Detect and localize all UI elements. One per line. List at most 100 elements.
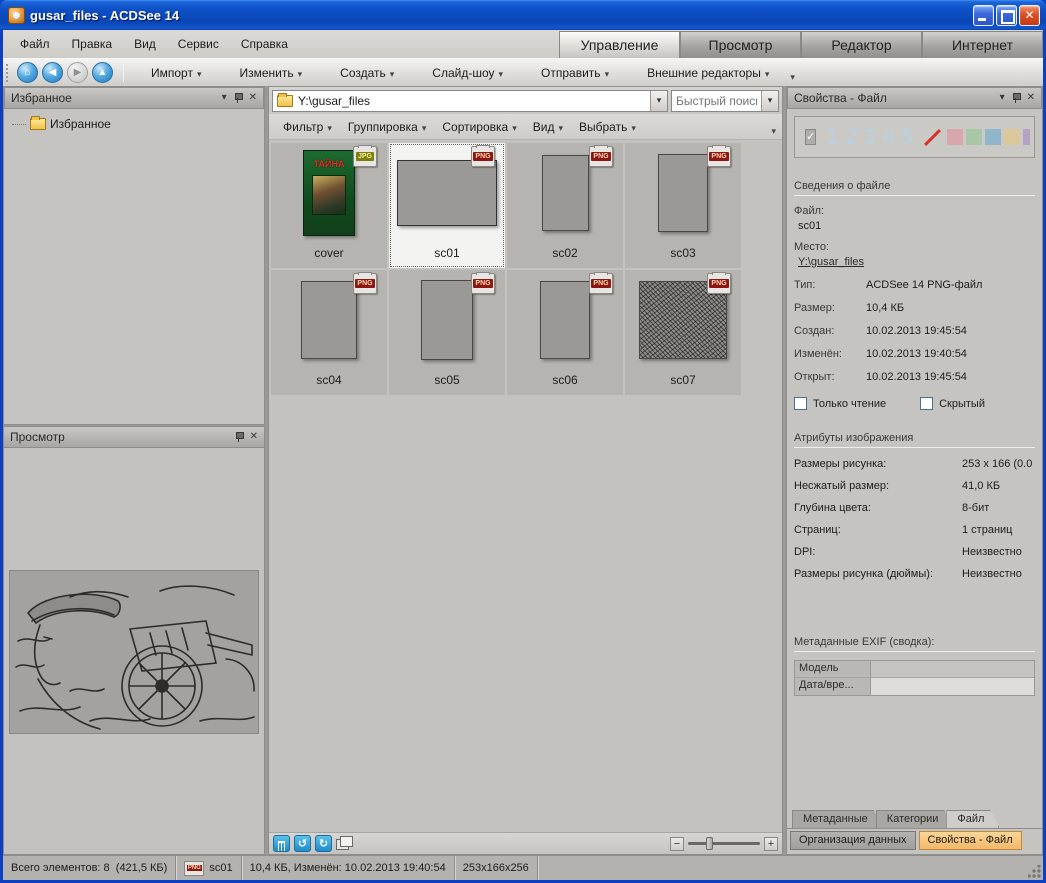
- png-badge-icon: PNG: [707, 146, 731, 167]
- color-label-tan[interactable]: [1004, 129, 1020, 145]
- thumbnail-cover[interactable]: ТАЙНА JPG cover: [271, 143, 387, 268]
- hidden-checkbox[interactable]: Скрытый: [920, 397, 985, 410]
- slideshow-button[interactable]: Слайд-шоу▾: [420, 62, 515, 84]
- zoom-out-button[interactable]: −: [670, 837, 684, 851]
- window-title: gusar_files - ACDSee 14: [30, 8, 179, 23]
- send-button[interactable]: Отправить▾: [529, 62, 621, 84]
- address-dropdown-icon[interactable]: ▾: [650, 91, 667, 111]
- thumbnail-sc01[interactable]: PNG sc01: [389, 143, 505, 268]
- thumbnail-sc04[interactable]: PNG sc04: [271, 270, 387, 395]
- up-icon[interactable]: ▲: [92, 62, 113, 83]
- rotate-left-icon[interactable]: ↺: [294, 835, 311, 852]
- close-button[interactable]: [1019, 5, 1040, 26]
- png-badge-icon: PNG: [589, 273, 613, 294]
- external-editors-button[interactable]: Внешние редакторы▾: [635, 62, 781, 84]
- thumbnail-sc06[interactable]: PNG sc06: [507, 270, 623, 395]
- mode-tab-view[interactable]: Просмотр: [680, 31, 801, 58]
- quick-search: ▾: [671, 90, 779, 112]
- zoom-in-button[interactable]: +: [764, 837, 778, 851]
- pages-label: Страниц:: [794, 524, 962, 536]
- panel-menu-icon[interactable]: ▾: [1000, 93, 1005, 103]
- color-label-green[interactable]: [966, 129, 982, 145]
- tree-connector: [12, 124, 26, 125]
- dimensions-inches-value: Неизвестно: [962, 568, 1035, 580]
- toolbar-grip[interactable]: [6, 64, 11, 82]
- thumbnail-image: [658, 154, 708, 232]
- thumbnail-sc05[interactable]: PNG sc05: [389, 270, 505, 395]
- favorites-tree-item[interactable]: Избранное: [8, 115, 260, 133]
- checkbox-icon: [920, 397, 933, 410]
- color-depth-value: 8-бит: [962, 502, 1035, 514]
- close-icon[interactable]: ✕: [1027, 93, 1035, 103]
- tab-categories[interactable]: Категории: [876, 810, 954, 828]
- create-button[interactable]: Создать▾: [328, 62, 406, 84]
- organize-data-tab[interactable]: Организация данных: [790, 831, 916, 850]
- address-bar[interactable]: Y:\gusar_files ▾: [272, 90, 668, 112]
- duplicates-icon[interactable]: [336, 836, 354, 851]
- file-list-bottom-toolbar: ↺ ↻ − +: [269, 832, 782, 854]
- search-input[interactable]: [672, 94, 761, 108]
- thumbnail-sc02[interactable]: PNG sc02: [507, 143, 623, 268]
- select-button[interactable]: Выбрать▾: [571, 117, 644, 137]
- chevron-down-icon: ▾: [298, 69, 303, 79]
- location-link[interactable]: Y:\gusar_files: [798, 256, 864, 268]
- minimize-button[interactable]: [973, 5, 994, 26]
- menu-bar: Файл Правка Вид Сервис Справка Управлени…: [3, 30, 1043, 58]
- tagged-checkbox[interactable]: ✓: [805, 129, 816, 145]
- view-button[interactable]: Вид▾: [525, 117, 571, 137]
- panel-menu-icon[interactable]: ▾: [222, 93, 227, 103]
- menu-view[interactable]: Вид: [123, 33, 167, 55]
- zoom-slider-thumb[interactable]: [706, 837, 713, 850]
- pin-icon[interactable]: [235, 432, 243, 442]
- import-button[interactable]: Импорт▾: [139, 62, 213, 84]
- cover-art: [312, 175, 346, 215]
- image-attributes-heading: Атрибуты изображения: [794, 432, 1035, 448]
- back-icon[interactable]: ◀: [42, 62, 63, 83]
- tab-metadata[interactable]: Метаданные: [792, 810, 883, 828]
- menu-edit[interactable]: Правка: [61, 33, 124, 55]
- menu-file[interactable]: Файл: [9, 33, 61, 55]
- thumbnail-sc07[interactable]: PNG sc07: [625, 270, 741, 395]
- mode-tab-editor[interactable]: Редактор: [801, 31, 922, 58]
- color-label-pink[interactable]: [947, 129, 963, 145]
- chevron-down-icon: ▾: [499, 69, 504, 79]
- mode-tab-internet[interactable]: Интернет: [922, 31, 1043, 58]
- readonly-checkbox[interactable]: Только чтение: [794, 397, 886, 410]
- exif-table: Модель Дата/вре...: [794, 660, 1035, 696]
- pin-icon[interactable]: [234, 93, 242, 103]
- properties-file-tab[interactable]: Свойства - Файл: [919, 831, 1022, 850]
- thumbnail-sc03[interactable]: PNG sc03: [625, 143, 741, 268]
- dpi-label: DPI:: [794, 546, 962, 558]
- rotate-right-icon[interactable]: ↻: [315, 835, 332, 852]
- maximize-button[interactable]: [996, 5, 1017, 26]
- menu-help[interactable]: Справка: [230, 33, 299, 55]
- close-icon[interactable]: ✕: [250, 432, 258, 442]
- filter-overflow-icon[interactable]: ▾: [771, 126, 776, 139]
- mode-tab-manage[interactable]: Управление: [559, 31, 680, 58]
- edit-button[interactable]: Изменить▾: [227, 62, 314, 84]
- rating-numbers[interactable]: 12345: [826, 125, 919, 149]
- menu-tools[interactable]: Сервис: [167, 33, 230, 55]
- color-label-purple[interactable]: [1023, 129, 1030, 145]
- main-toolbar: ⌂ ◀ ▶ ▲ Импорт▾ Изменить▾ Создать▾ Слайд…: [3, 58, 1043, 86]
- pin-icon[interactable]: [1012, 93, 1020, 103]
- toolbar-overflow-icon[interactable]: ▾: [790, 72, 795, 86]
- resize-grip[interactable]: [1028, 865, 1042, 879]
- search-dropdown-icon[interactable]: ▾: [761, 91, 778, 111]
- close-icon[interactable]: ✕: [249, 93, 257, 103]
- tab-file[interactable]: Файл: [946, 810, 999, 828]
- grouping-button[interactable]: Группировка▾: [340, 117, 435, 137]
- zoom-slider[interactable]: [688, 842, 760, 845]
- sorting-button[interactable]: Сортировка▾: [434, 117, 524, 137]
- chevron-down-icon: ▾: [390, 69, 395, 79]
- forward-icon[interactable]: ▶: [67, 62, 88, 83]
- delete-image-icon[interactable]: [273, 835, 290, 852]
- filter-button[interactable]: Фильтр▾: [275, 117, 340, 137]
- home-icon[interactable]: ⌂: [17, 62, 38, 83]
- checkbox-icon: [794, 397, 807, 410]
- file-list-pane: Y:\gusar_files ▾ ▾ Фильтр▾ Группировка▾ …: [268, 86, 783, 855]
- color-label-blue[interactable]: [985, 129, 1001, 145]
- titlebar: gusar_files - ACDSee 14: [0, 0, 1046, 30]
- preview-panel-title: Просмотр: [10, 430, 65, 444]
- status-file-name: sc01: [209, 862, 232, 874]
